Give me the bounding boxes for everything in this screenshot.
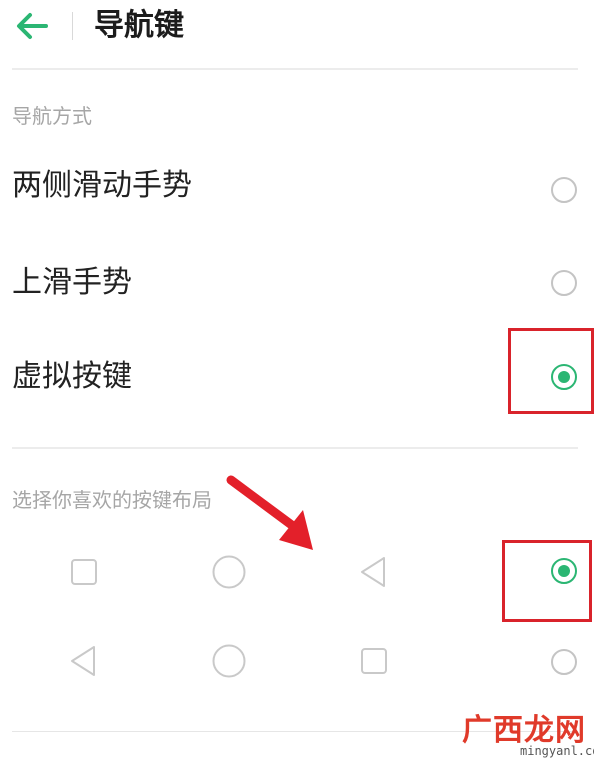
page-title: 导航键 xyxy=(94,8,184,43)
radio-layout-2[interactable] xyxy=(551,649,577,675)
section-label-key-layout: 选择你喜欢的按键布局 xyxy=(12,488,212,512)
highlight-box-layout-1 xyxy=(502,540,592,622)
layout-option-2[interactable] xyxy=(0,628,594,694)
option-label-virtual-keys[interactable]: 虚拟按键 xyxy=(12,357,132,397)
radio-gesture-sides[interactable] xyxy=(551,177,577,203)
circle-icon xyxy=(212,644,246,678)
square-icon xyxy=(71,559,97,585)
highlight-box-virtual-keys xyxy=(508,328,594,414)
annotation-arrow-icon xyxy=(226,475,313,550)
back-arrow-icon[interactable] xyxy=(14,10,50,42)
square-icon xyxy=(361,648,387,674)
option-label-gesture-sides[interactable]: 两侧滑动手势 xyxy=(12,166,192,206)
watermark-url: mingyanl.com xyxy=(520,744,594,758)
triangle-left-icon xyxy=(71,646,95,676)
title-divider xyxy=(72,12,73,40)
section-divider xyxy=(12,447,578,449)
watermark-logo: 广西龙网 xyxy=(462,713,586,748)
header-divider xyxy=(12,68,578,70)
section-label-nav-mode: 导航方式 xyxy=(12,104,92,128)
radio-swipe-up[interactable] xyxy=(551,270,577,296)
option-label-swipe-up[interactable]: 上滑手势 xyxy=(12,263,132,303)
triangle-left-icon xyxy=(361,557,385,587)
